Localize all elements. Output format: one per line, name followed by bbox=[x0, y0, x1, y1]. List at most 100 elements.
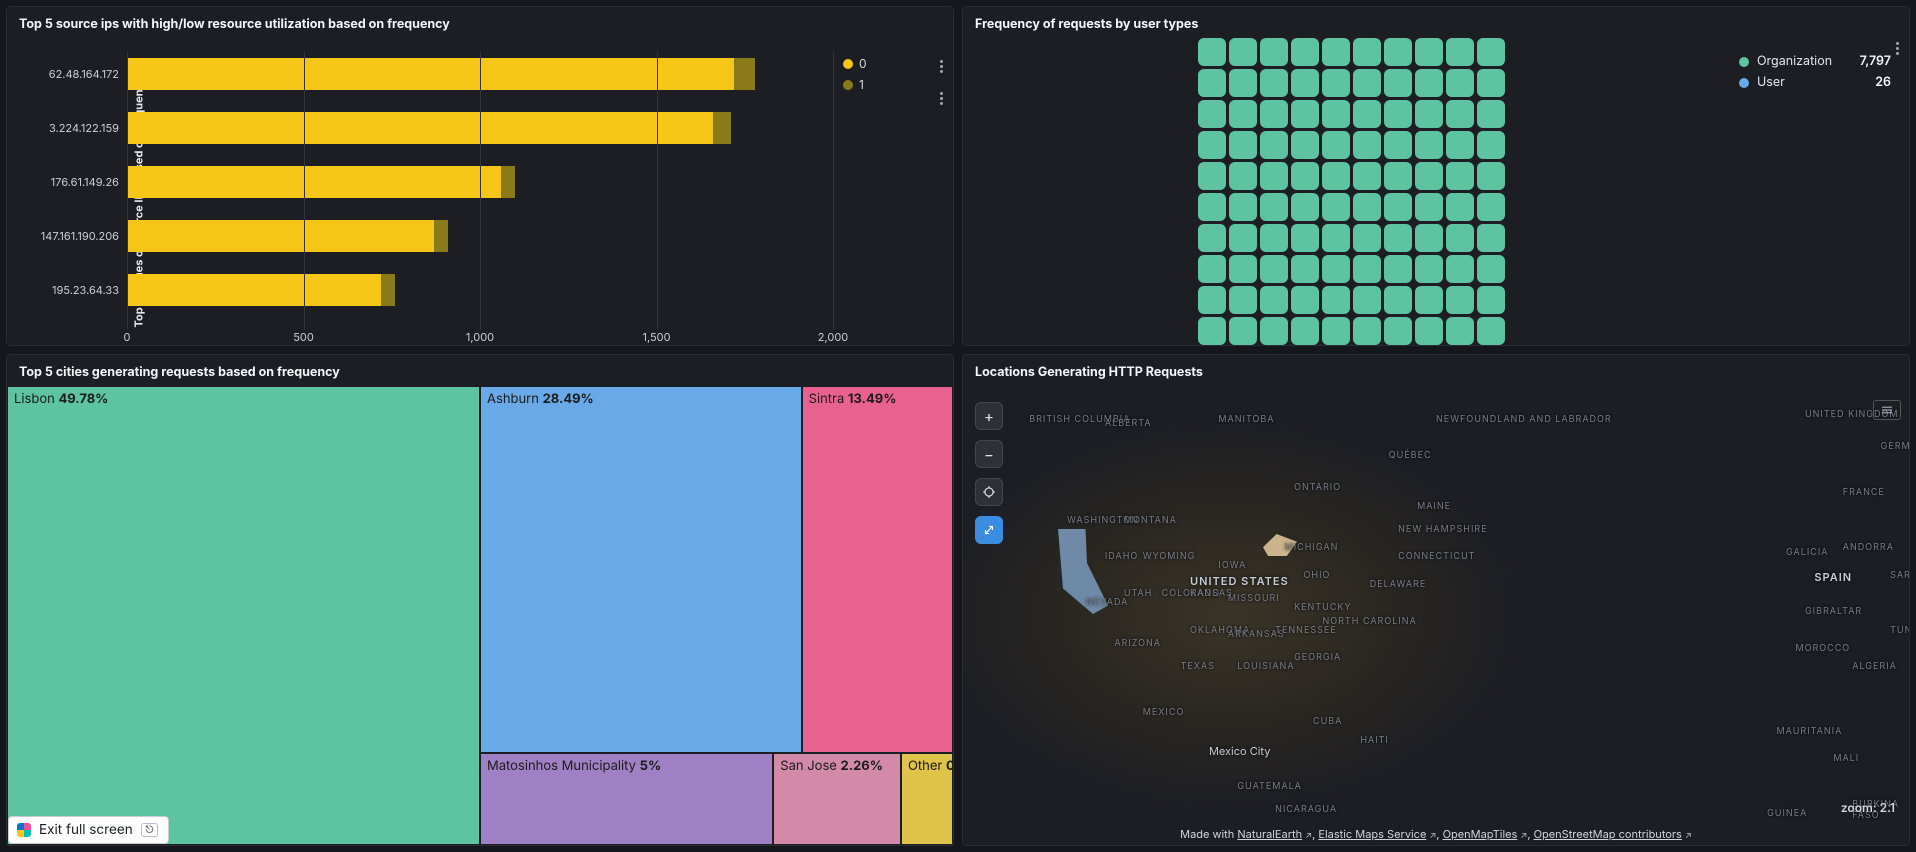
waffle-cell[interactable] bbox=[1384, 317, 1412, 345]
waffle-cell[interactable] bbox=[1198, 100, 1226, 128]
waffle-cell[interactable] bbox=[1353, 193, 1381, 221]
map-canvas[interactable]: BRITISH COLUMBIAALBERTAMANITOBAONTARIOQU… bbox=[963, 386, 1909, 845]
waffle-cell[interactable] bbox=[1415, 131, 1443, 159]
waffle-cell[interactable] bbox=[1353, 317, 1381, 345]
waffle-cell[interactable] bbox=[1353, 224, 1381, 252]
map-layers-toggle[interactable] bbox=[1873, 400, 1901, 420]
waffle-cell[interactable] bbox=[1446, 317, 1474, 345]
bar-segment[interactable] bbox=[734, 58, 755, 90]
waffle-cell[interactable] bbox=[1477, 131, 1505, 159]
waffle-cell[interactable] bbox=[1198, 38, 1226, 66]
exit-fullscreen-button[interactable]: Exit full screen ⎋ bbox=[8, 816, 169, 844]
map-attrib-link[interactable]: OpenMapTiles bbox=[1443, 827, 1518, 841]
waffle-cell[interactable] bbox=[1229, 286, 1257, 314]
waffle-cell[interactable] bbox=[1291, 224, 1319, 252]
waffle-cell[interactable] bbox=[1477, 38, 1505, 66]
map-locate-button[interactable] bbox=[975, 478, 1003, 506]
bar-segment[interactable] bbox=[381, 274, 395, 306]
waffle-cell[interactable] bbox=[1291, 286, 1319, 314]
waffle-cell[interactable] bbox=[1353, 255, 1381, 283]
waffle-cell[interactable] bbox=[1446, 69, 1474, 97]
waffle-cell[interactable] bbox=[1291, 100, 1319, 128]
waffle-cell[interactable] bbox=[1260, 286, 1288, 314]
legend-item[interactable]: 0 bbox=[843, 56, 943, 71]
waffle-cell[interactable] bbox=[1384, 286, 1412, 314]
waffle-cell[interactable] bbox=[1415, 224, 1443, 252]
waffle-cell[interactable] bbox=[1384, 100, 1412, 128]
waffle-cell[interactable] bbox=[1477, 100, 1505, 128]
treemap-cell[interactable]: Matosinhos Municipality 5% bbox=[480, 753, 773, 845]
waffle-cell[interactable] bbox=[1477, 162, 1505, 190]
waffle-cell[interactable] bbox=[1415, 193, 1443, 221]
waffle-cell[interactable] bbox=[1446, 255, 1474, 283]
bar-segment[interactable] bbox=[127, 166, 501, 198]
waffle-cell[interactable] bbox=[1477, 286, 1505, 314]
map-zoom-out-button[interactable]: − bbox=[975, 440, 1003, 468]
waffle-cell[interactable] bbox=[1446, 38, 1474, 66]
waffle-cell[interactable] bbox=[1291, 69, 1319, 97]
waffle-cell[interactable] bbox=[1291, 317, 1319, 345]
waffle-cell[interactable] bbox=[1384, 69, 1412, 97]
treemap-cell[interactable]: Ashburn 28.49% bbox=[480, 386, 802, 753]
waffle-cell[interactable] bbox=[1260, 317, 1288, 345]
waffle-cell[interactable] bbox=[1229, 131, 1257, 159]
map-attrib-link[interactable]: OpenStreetMap contributors bbox=[1534, 827, 1682, 841]
waffle-cell[interactable] bbox=[1198, 224, 1226, 252]
waffle-cell[interactable] bbox=[1415, 69, 1443, 97]
waffle-cell[interactable] bbox=[1229, 224, 1257, 252]
waffle-cell[interactable] bbox=[1446, 193, 1474, 221]
map-attrib-link[interactable]: NaturalEarth bbox=[1237, 827, 1302, 841]
waffle-cell[interactable] bbox=[1477, 255, 1505, 283]
waffle-cell[interactable] bbox=[1291, 131, 1319, 159]
waffle-cell[interactable] bbox=[1322, 162, 1350, 190]
waffle-cell[interactable] bbox=[1229, 193, 1257, 221]
waffle-cell[interactable] bbox=[1198, 193, 1226, 221]
waffle-cell[interactable] bbox=[1446, 100, 1474, 128]
waffle-cell[interactable] bbox=[1446, 131, 1474, 159]
treemap-cell[interactable]: San Jose 2.26% bbox=[773, 753, 901, 845]
waffle-cell[interactable] bbox=[1198, 162, 1226, 190]
map-attrib-link[interactable]: Elastic Maps Service bbox=[1318, 827, 1426, 841]
waffle-cell[interactable] bbox=[1353, 162, 1381, 190]
waffle-cell[interactable] bbox=[1322, 100, 1350, 128]
waffle-cell[interactable] bbox=[1198, 286, 1226, 314]
waffle-cell[interactable] bbox=[1415, 38, 1443, 66]
waffle-cell[interactable] bbox=[1260, 38, 1288, 66]
waffle-cell[interactable] bbox=[1415, 162, 1443, 190]
waffle-cell[interactable] bbox=[1260, 224, 1288, 252]
waffle-cell[interactable] bbox=[1415, 255, 1443, 283]
waffle-cell[interactable] bbox=[1229, 38, 1257, 66]
waffle-cell[interactable] bbox=[1477, 317, 1505, 345]
waffle-cell[interactable] bbox=[1415, 100, 1443, 128]
treemap-cell[interactable]: Other 0.97% bbox=[901, 753, 953, 845]
waffle-cell[interactable] bbox=[1198, 69, 1226, 97]
waffle-cell[interactable] bbox=[1384, 193, 1412, 221]
waffle-cell[interactable] bbox=[1384, 255, 1412, 283]
panel-options-icon[interactable] bbox=[1896, 42, 1899, 55]
waffle-cell[interactable] bbox=[1260, 193, 1288, 221]
waffle-cell[interactable] bbox=[1384, 38, 1412, 66]
waffle-cell[interactable] bbox=[1291, 38, 1319, 66]
waffle-cell[interactable] bbox=[1415, 286, 1443, 314]
waffle-cell[interactable] bbox=[1322, 317, 1350, 345]
waffle-cell[interactable] bbox=[1291, 162, 1319, 190]
waffle-cell[interactable] bbox=[1322, 38, 1350, 66]
panel-options-icon[interactable] bbox=[940, 60, 943, 73]
waffle-cell[interactable] bbox=[1198, 317, 1226, 345]
waffle-cell[interactable] bbox=[1446, 162, 1474, 190]
waffle-cell[interactable] bbox=[1477, 193, 1505, 221]
waffle-cell[interactable] bbox=[1322, 286, 1350, 314]
legend-item[interactable]: 1 bbox=[843, 77, 943, 92]
map-fit-bounds-button[interactable] bbox=[975, 516, 1003, 544]
waffle-cell[interactable] bbox=[1415, 317, 1443, 345]
waffle-cell[interactable] bbox=[1322, 131, 1350, 159]
waffle-cell[interactable] bbox=[1229, 69, 1257, 97]
bar-segment[interactable] bbox=[127, 112, 713, 144]
bar-segment[interactable] bbox=[713, 112, 731, 144]
waffle-cell[interactable] bbox=[1322, 224, 1350, 252]
waffle-cell[interactable] bbox=[1229, 255, 1257, 283]
waffle-cell[interactable] bbox=[1353, 131, 1381, 159]
waffle-cell[interactable] bbox=[1353, 38, 1381, 66]
waffle-cell[interactable] bbox=[1353, 100, 1381, 128]
waffle-cell[interactable] bbox=[1260, 162, 1288, 190]
